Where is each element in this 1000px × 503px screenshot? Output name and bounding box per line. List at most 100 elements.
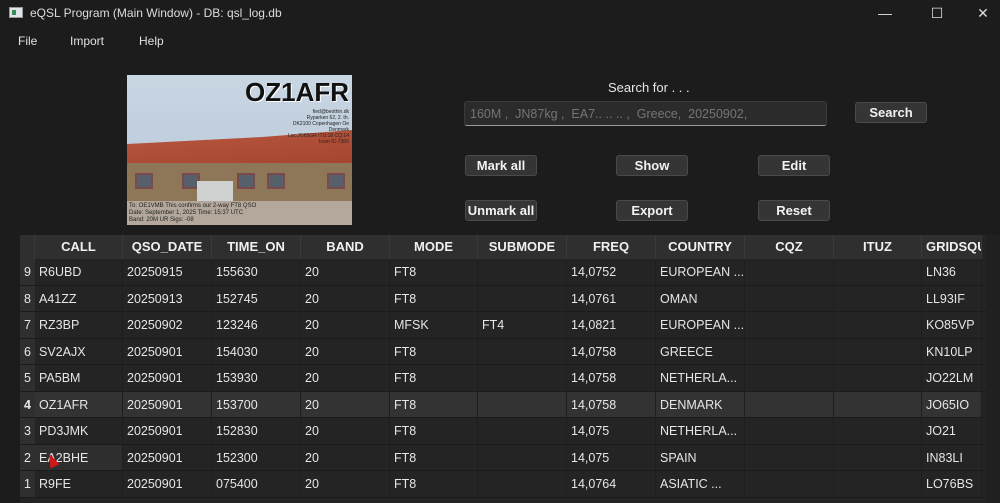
cell-call[interactable]: PD3JMK <box>35 418 123 444</box>
close-button[interactable]: ✕ <box>960 2 1000 24</box>
column-header-country[interactable]: COUNTRY <box>656 235 745 259</box>
cell-qso-date[interactable]: 20250901 <box>123 365 212 391</box>
menu-import[interactable]: Import <box>70 34 104 48</box>
cell-country[interactable]: EUROPEAN ... <box>656 312 745 338</box>
cell-band[interactable]: 20 <box>301 285 390 311</box>
cell-gridsqua[interactable]: JO21 <box>922 418 982 444</box>
row-number[interactable]: 2 <box>20 444 35 470</box>
table-row[interactable]: 7 RZ3BP 20250902 123246 20 MFSK FT4 14,0821 EURO… <box>20 312 986 339</box>
menu-file[interactable]: File <box>18 34 37 48</box>
row-number[interactable]: 9 <box>20 259 35 285</box>
cell-time-on[interactable]: 155630 <box>212 259 301 285</box>
row-number[interactable]: 7 <box>20 312 35 338</box>
cell-submode[interactable] <box>478 259 567 285</box>
column-header-time-on[interactable]: TIME_ON <box>212 235 301 259</box>
cell-cqz[interactable] <box>745 259 834 285</box>
row-number[interactable]: 4 <box>20 391 35 417</box>
cell-time-on[interactable]: 153930 <box>212 365 301 391</box>
cell-time-on[interactable]: 075400 <box>212 471 301 497</box>
cell-qso-date[interactable]: 20250901 <box>123 338 212 364</box>
cell-ituz[interactable] <box>834 418 922 444</box>
cell-qso-date[interactable]: 20250901 <box>123 391 212 417</box>
cell-mode[interactable]: FT8 <box>390 259 478 285</box>
cell-mode[interactable]: FT8 <box>390 471 478 497</box>
cell-gridsqua[interactable]: JO22LM <box>922 365 982 391</box>
table-row[interactable]: 5 PA5BM 20250901 153930 20 FT8 14,0758 NETHERLA… <box>20 365 986 392</box>
column-header-ituz[interactable]: ITUZ <box>834 235 922 259</box>
cell-submode[interactable] <box>478 365 567 391</box>
qso-table[interactable]: CALL QSO_DATE TIME_ON BAND MODE SUBMODE FREQ CO… <box>20 235 986 503</box>
cell-cqz[interactable] <box>745 338 834 364</box>
cell-country[interactable]: OMAN <box>656 285 745 311</box>
cell-qso-date[interactable]: 20250901 <box>123 444 212 470</box>
cell-band[interactable]: 20 <box>301 444 390 470</box>
cell-mode[interactable]: FT8 <box>390 444 478 470</box>
cell-call[interactable]: SV2AJX <box>35 338 123 364</box>
cell-time-on[interactable]: 152300 <box>212 444 301 470</box>
row-number[interactable]: 6 <box>20 338 35 364</box>
table-row[interactable]: 8 A41ZZ 20250913 152745 20 FT8 14,0761 OMAN LL93… <box>20 285 986 312</box>
show-button[interactable]: Show <box>616 155 688 176</box>
column-header-submode[interactable]: SUBMODE <box>478 235 567 259</box>
cell-time-on[interactable]: 123246 <box>212 312 301 338</box>
cell-submode[interactable]: FT4 <box>478 312 567 338</box>
cell-mode[interactable]: FT8 <box>390 418 478 444</box>
search-button[interactable]: Search <box>855 102 927 123</box>
cell-time-on[interactable]: 153700 <box>212 391 301 417</box>
cell-submode[interactable] <box>478 285 567 311</box>
cell-qso-date[interactable]: 20250902 <box>123 312 212 338</box>
cell-gridsqua[interactable]: KO85VP <box>922 312 982 338</box>
cell-mode[interactable]: FT8 <box>390 391 478 417</box>
cell-band[interactable]: 20 <box>301 259 390 285</box>
column-header-call[interactable]: CALL <box>35 235 123 259</box>
table-row[interactable]: 9 R6UBD 20250915 155630 20 FT8 14,0752 EUROPEAN… <box>20 259 986 286</box>
column-header-qso-date[interactable]: QSO_DATE <box>123 235 212 259</box>
unmark-all-button[interactable]: Unmark all <box>465 200 537 221</box>
cell-submode[interactable] <box>478 338 567 364</box>
cell-time-on[interactable]: 152830 <box>212 418 301 444</box>
row-number[interactable]: 8 <box>20 285 35 311</box>
cell-ituz[interactable] <box>834 285 922 311</box>
corner-header[interactable] <box>20 235 35 259</box>
cell-submode[interactable] <box>478 471 567 497</box>
column-header-cqz[interactable]: CQZ <box>745 235 834 259</box>
cell-qso-date[interactable]: 20250901 <box>123 418 212 444</box>
column-header-freq[interactable]: FREQ <box>567 235 656 259</box>
cell-freq[interactable]: 14,0758 <box>567 391 656 417</box>
cell-ituz[interactable] <box>834 391 922 417</box>
column-header-gridsqua[interactable]: GRIDSQUA <box>922 235 982 259</box>
cell-freq[interactable]: 14,0821 <box>567 312 656 338</box>
cell-qso-date[interactable]: 20250915 <box>123 259 212 285</box>
cell-country[interactable]: SPAIN <box>656 444 745 470</box>
cell-country[interactable]: NETHERLA... <box>656 418 745 444</box>
cell-cqz[interactable] <box>745 471 834 497</box>
cell-cqz[interactable] <box>745 285 834 311</box>
cell-freq[interactable]: 14,0758 <box>567 338 656 364</box>
edit-button[interactable]: Edit <box>758 155 830 176</box>
row-number[interactable]: 5 <box>20 365 35 391</box>
cell-call[interactable]: OZ1AFR <box>35 391 123 417</box>
table-row[interactable]: 2 EA2BHE 20250901 152300 20 FT8 14,075 SPAIN IN8… <box>20 444 986 471</box>
cell-qso-date[interactable]: 20250913 <box>123 285 212 311</box>
cell-gridsqua[interactable]: JO65IO <box>922 391 982 417</box>
mark-all-button[interactable]: Mark all <box>465 155 537 176</box>
cell-gridsqua[interactable]: LO76BS <box>922 471 982 497</box>
cell-country[interactable]: GREECE <box>656 338 745 364</box>
cell-ituz[interactable] <box>834 365 922 391</box>
cell-call[interactable]: R6UBD <box>35 259 123 285</box>
minimize-button[interactable]: — <box>862 2 908 24</box>
cell-mode[interactable]: FT8 <box>390 365 478 391</box>
cell-gridsqua[interactable]: LN36 <box>922 259 982 285</box>
cell-country[interactable]: DENMARK <box>656 391 745 417</box>
cell-freq[interactable]: 14,075 <box>567 418 656 444</box>
cell-time-on[interactable]: 154030 <box>212 338 301 364</box>
cell-band[interactable]: 20 <box>301 338 390 364</box>
cell-cqz[interactable] <box>745 365 834 391</box>
cell-mode[interactable]: MFSK <box>390 312 478 338</box>
menu-help[interactable]: Help <box>139 34 164 48</box>
maximize-button[interactable]: ☐ <box>914 2 960 24</box>
cell-cqz[interactable] <box>745 312 834 338</box>
cell-call[interactable]: A41ZZ <box>35 285 123 311</box>
cell-mode[interactable]: FT8 <box>390 285 478 311</box>
column-header-mode[interactable]: MODE <box>390 235 478 259</box>
